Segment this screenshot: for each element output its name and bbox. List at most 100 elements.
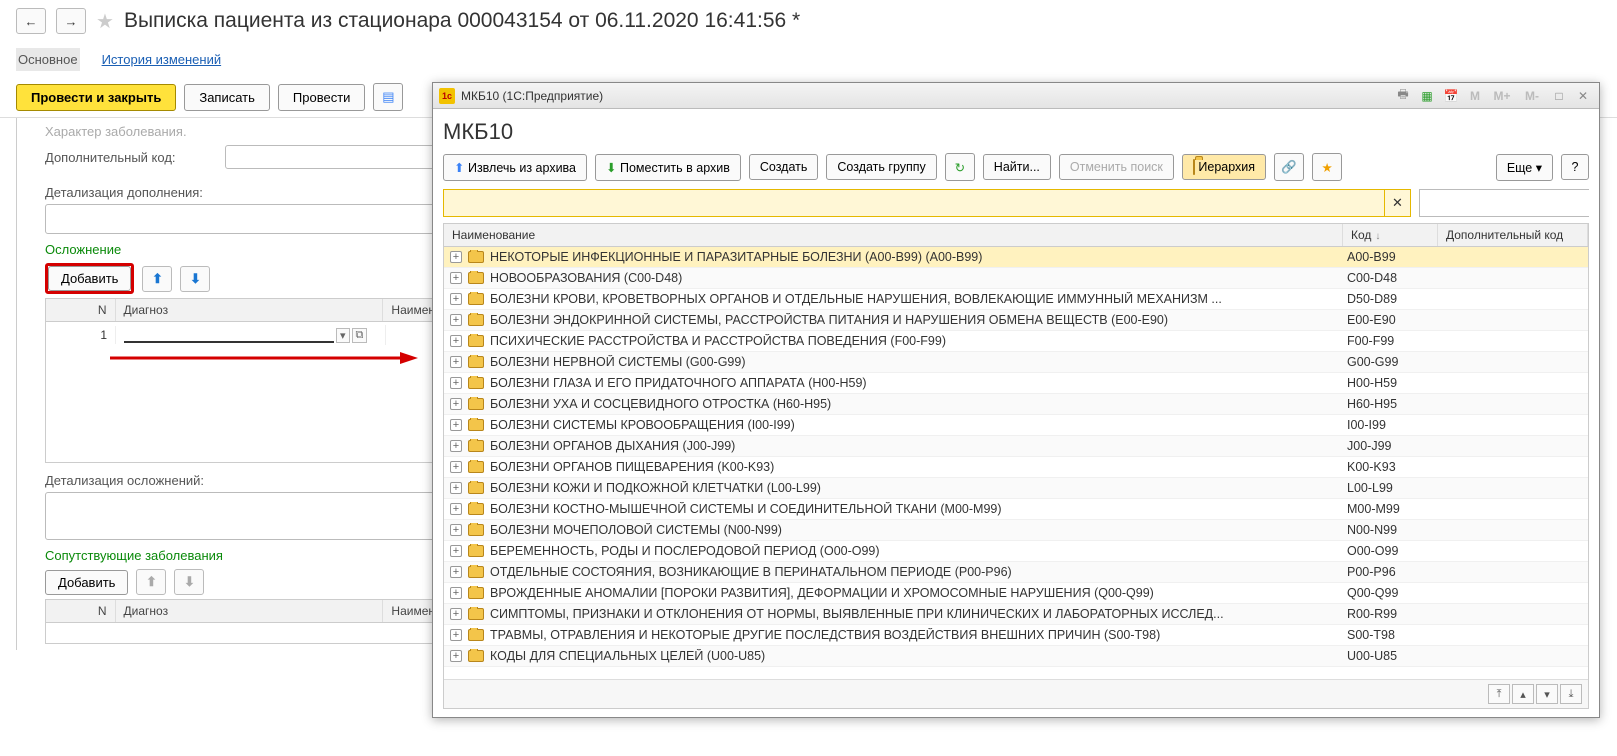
row-code: Q00-Q99 — [1343, 586, 1438, 600]
mkb-row[interactable]: +БОЛЕЗНИ КРОВИ, КРОВЕТВОРНЫХ ОРГАНОВ И О… — [444, 289, 1588, 310]
expand-icon[interactable]: + — [450, 398, 462, 410]
clear-search-icon[interactable]: ✕ — [1384, 190, 1410, 216]
mkb-row[interactable]: +БОЛЕЗНИ СИСТЕМЫ КРОВООБРАЩЕНИЯ (I00-I99… — [444, 415, 1588, 436]
expand-icon[interactable]: + — [450, 314, 462, 326]
col-header-name[interactable]: Наименование — [444, 224, 1343, 246]
expand-icon[interactable]: + — [450, 524, 462, 536]
mkb-row[interactable]: + ПСИХИЧЕСКИЕ РАССТРОЙСТВА И РАССТРОЙСТВА… — [444, 331, 1588, 352]
dropdown-icon[interactable]: ▾ — [336, 328, 350, 343]
expand-icon[interactable]: + — [450, 440, 462, 452]
expand-icon[interactable]: + — [450, 356, 462, 368]
add-accompanying-button[interactable]: Добавить — [45, 570, 128, 595]
mkb-row[interactable]: +БОЛЕЗНИ ГЛАЗА И ЕГО ПРИДАТОЧНОГО АППАРА… — [444, 373, 1588, 394]
tab-main[interactable]: Основное — [16, 48, 80, 71]
more-button[interactable]: Еще ▾ — [1496, 154, 1553, 181]
spreadsheet-icon[interactable]: ▦ — [1417, 87, 1437, 105]
expand-icon[interactable]: + — [450, 503, 462, 515]
detail-complication-textarea[interactable] — [45, 492, 445, 540]
mkb-row[interactable]: +ВРОЖДЕННЫЕ АНОМАЛИИ [ПОРОКИ РАЗВИТИЯ], … — [444, 583, 1588, 604]
create-button[interactable]: Создать — [749, 154, 819, 180]
mkb-row[interactable]: +БОЛЕЗНИ ОРГАНОВ ПИЩЕВАРЕНИЯ (K00-K93)K0… — [444, 457, 1588, 478]
diagnosis-cell-input[interactable] — [124, 327, 334, 343]
mkb-row[interactable]: +БОЛЕЗНИ ЭНДОКРИННОЙ СИСТЕМЫ, РАССТРОЙСТ… — [444, 310, 1588, 331]
scroll-top-button[interactable]: ⤒ — [1488, 684, 1510, 704]
move-down-button-2[interactable]: ⬇ — [174, 569, 204, 595]
expand-icon[interactable]: + — [450, 419, 462, 431]
create-group-button[interactable]: Создать группу — [826, 154, 936, 180]
move-down-button[interactable]: ⬇ — [180, 266, 210, 292]
expand-icon[interactable]: + — [450, 272, 462, 284]
mkb-row[interactable]: +БОЛЕЗНИ КОСТНО-МЫШЕЧНОЙ СИСТЕМЫ И СОЕДИ… — [444, 499, 1588, 520]
favorite-star-icon[interactable]: ★ — [96, 9, 114, 34]
scroll-up-button[interactable]: ▴ — [1512, 684, 1534, 704]
calendar-icon[interactable]: 📅 — [1441, 87, 1461, 105]
expand-icon[interactable]: + — [450, 482, 462, 494]
scroll-bottom-button[interactable]: ⤓ — [1560, 684, 1582, 704]
app-logo-1c-icon: 1c — [439, 88, 455, 104]
mkb-row[interactable]: +НЕКОТОРЫЕ ИНФЕКЦИОННЫЕ И ПАРАЗИТАРНЫЕ Б… — [444, 247, 1588, 268]
add-complication-button[interactable]: Добавить — [48, 266, 131, 291]
expand-icon[interactable]: + — [450, 293, 462, 305]
cancel-search-button[interactable]: Отменить поиск — [1059, 154, 1174, 180]
col-header-extra[interactable]: Дополнительный код — [1438, 224, 1588, 246]
expand-icon[interactable]: + — [450, 650, 462, 662]
hierarchy-button[interactable]: Иерархия — [1182, 154, 1266, 181]
expand-icon[interactable]: + — [450, 629, 462, 641]
col-header-code[interactable]: Код↓ — [1343, 224, 1438, 246]
find-button[interactable]: Найти... — [983, 154, 1051, 180]
maximize-icon[interactable]: □ — [1549, 87, 1569, 105]
mkb-row[interactable]: +НОВООБРАЗОВАНИЯ (C00-D48)C00-D48 — [444, 268, 1588, 289]
expand-icon[interactable]: + — [450, 566, 462, 578]
report-icon-button[interactable]: ▤ — [373, 83, 403, 111]
complication-row[interactable]: 1 ▾ ⧉ — [46, 322, 444, 348]
write-button[interactable]: Записать — [184, 84, 270, 111]
memory-mminus-icon[interactable]: M- — [1519, 87, 1545, 105]
expand-icon[interactable]: + — [450, 461, 462, 473]
folder-icon — [468, 251, 484, 263]
nav-back-button[interactable]: ← — [16, 8, 46, 34]
expand-icon[interactable]: + — [450, 377, 462, 389]
additional-code-input[interactable] — [225, 145, 465, 169]
mkb-row[interactable]: +ТРАВМЫ, ОТРАВЛЕНИЯ И НЕКОТОРЫЕ ДРУГИЕ П… — [444, 625, 1588, 646]
extract-archive-button[interactable]: ⬆ Извлечь из архива — [443, 154, 587, 181]
row-code: E00-E90 — [1343, 313, 1438, 327]
folder-icon — [468, 629, 484, 641]
mkb-row[interactable]: +БЕРЕМЕННОСТЬ, РОДЫ И ПОСЛЕРОДОВОЙ ПЕРИО… — [444, 541, 1588, 562]
mkb-row[interactable]: +БОЛЕЗНИ МОЧЕПОЛОВОЙ СИСТЕМЫ (N00-N99)N0… — [444, 520, 1588, 541]
filter-input[interactable] — [1420, 190, 1599, 216]
row-name: ПСИХИЧЕСКИЕ РАССТРОЙСТВА И РАССТРОЙСТВА … — [490, 334, 946, 348]
search-input[interactable] — [444, 190, 1384, 216]
mkb-row[interactable]: +СИМПТОМЫ, ПРИЗНАКИ И ОТКЛОНЕНИЯ ОТ НОРМ… — [444, 604, 1588, 625]
post-and-close-button[interactable]: Провести и закрыть — [16, 84, 176, 111]
memory-mplus-icon[interactable]: M+ — [1489, 87, 1515, 105]
complication-grid[interactable]: N Диагноз Наимен 1 ▾ ⧉ — [45, 298, 445, 463]
expand-icon[interactable]: + — [450, 335, 462, 347]
post-button[interactable]: Провести — [278, 84, 366, 111]
expand-icon[interactable]: + — [450, 545, 462, 557]
favorite-button[interactable]: ★ — [1312, 153, 1342, 181]
detail-addition-textarea[interactable] — [45, 204, 445, 234]
mkb-row[interactable]: +ОТДЕЛЬНЫЕ СОСТОЯНИЯ, ВОЗНИКАЮЩИЕ В ПЕРИ… — [444, 562, 1588, 583]
accompanying-grid[interactable]: N Диагноз Наимен — [45, 599, 445, 644]
mkb-row[interactable]: +БОЛЕЗНИ НЕРВНОЙ СИСТЕМЫ (G00-G99)G00-G9… — [444, 352, 1588, 373]
mkb-row[interactable]: +КОДЫ ДЛЯ СПЕЦИАЛЬНЫХ ЦЕЛЕЙ (U00-U85)U00… — [444, 646, 1588, 667]
refresh-button[interactable]: ↻ — [945, 153, 975, 181]
link-button[interactable]: 🔗 — [1274, 153, 1304, 181]
open-dialog-icon[interactable]: ⧉ — [352, 328, 368, 343]
expand-icon[interactable]: + — [450, 251, 462, 263]
scroll-down-button[interactable]: ▾ — [1536, 684, 1558, 704]
close-icon[interactable]: ✕ — [1573, 87, 1593, 105]
move-up-button[interactable]: ⬆ — [142, 266, 172, 292]
to-archive-button[interactable]: ⬇ Поместить в архив — [595, 154, 741, 181]
tab-history[interactable]: История изменений — [100, 48, 224, 71]
expand-icon[interactable]: + — [450, 608, 462, 620]
move-up-button-2[interactable]: ⬆ — [136, 569, 166, 595]
nav-forward-button[interactable]: → — [56, 8, 86, 34]
mkb-row[interactable]: +БОЛЕЗНИ КОЖИ И ПОДКОЖНОЙ КЛЕТЧАТКИ (L00… — [444, 478, 1588, 499]
mkb-row[interactable]: +БОЛЕЗНИ ОРГАНОВ ДЫХАНИЯ (J00-J99)J00-J9… — [444, 436, 1588, 457]
print-icon[interactable]: 🖶 — [1393, 87, 1413, 105]
memory-m-icon[interactable]: M — [1465, 87, 1485, 105]
mkb-row[interactable]: +БОЛЕЗНИ УХА И СОСЦЕВИДНОГО ОТРОСТКА (H6… — [444, 394, 1588, 415]
expand-icon[interactable]: + — [450, 587, 462, 599]
help-button[interactable]: ? — [1561, 154, 1589, 180]
